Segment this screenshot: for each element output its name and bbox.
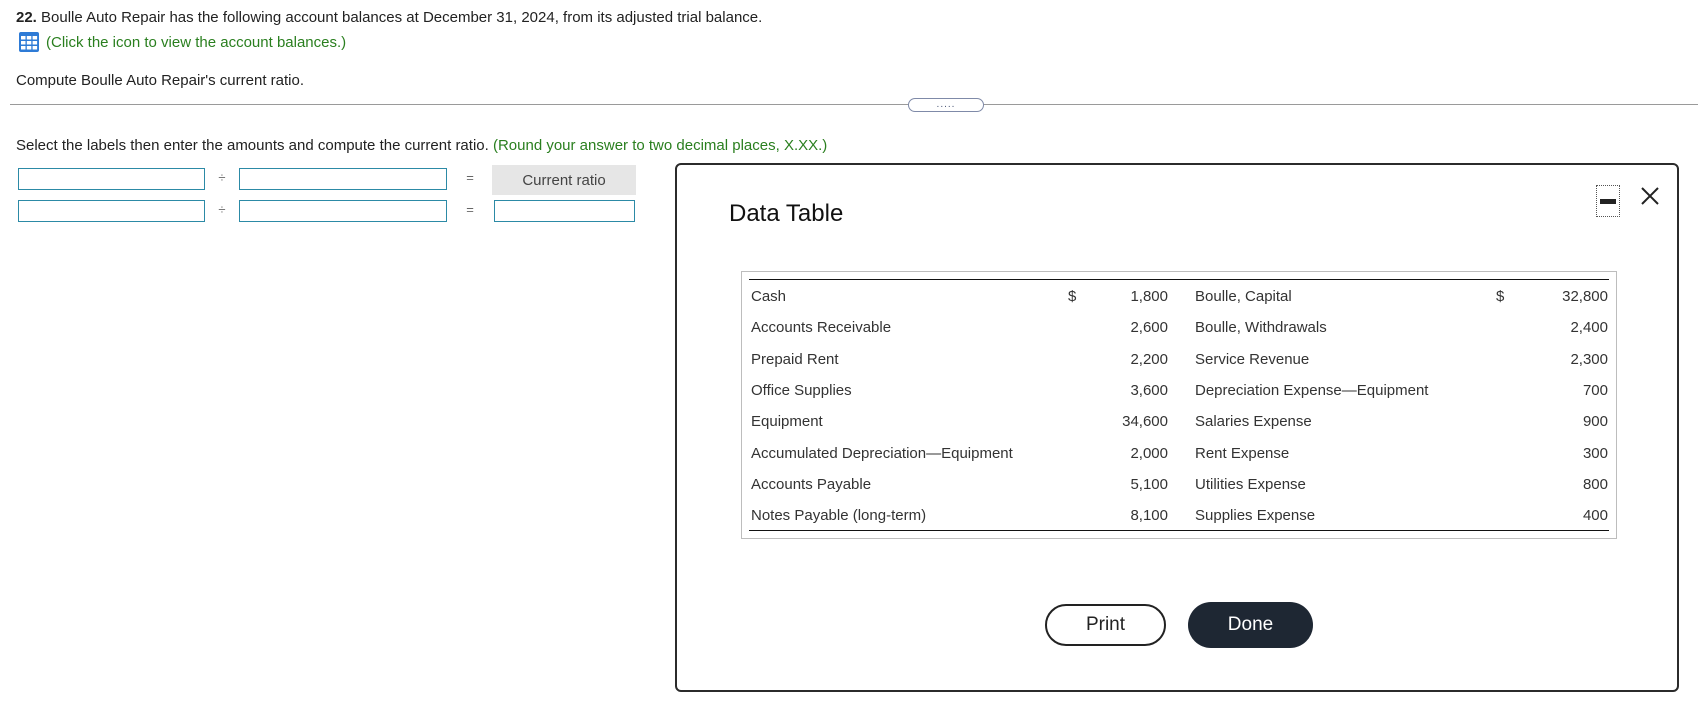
right-account-label: Utilities Expense (1195, 476, 1306, 493)
current-ratio-label: Current ratio (492, 165, 636, 195)
table-bottom-rule (749, 530, 1609, 531)
right-account-value: 2,300 (1570, 351, 1608, 368)
right-account-label: Service Revenue (1195, 351, 1310, 368)
right-account-value: 300 (1582, 445, 1608, 462)
current-ratio-input[interactable] (494, 200, 635, 222)
right-account-value: 32,800 (1562, 288, 1608, 305)
right-account-value: 700 (1582, 382, 1608, 399)
question-text: 22. Boulle Auto Repair has the following… (16, 9, 762, 26)
rounding-hint: (Round your answer to two decimal places… (492, 137, 828, 154)
account-balances-table: Cash $1,800 Boulle, Capital $32,800 Accounts… (741, 271, 1617, 539)
table-grid-icon[interactable] (18, 31, 40, 53)
right-account-value: 2,400 (1570, 319, 1608, 336)
close-icon[interactable] (1637, 183, 1663, 209)
minimize-button[interactable] (1596, 185, 1620, 217)
question-number: 22. (16, 9, 37, 26)
numerator-label-select-row1[interactable] (18, 168, 205, 190)
left-account-label: Cash (751, 288, 787, 305)
denominator-amount-input-row2[interactable] (239, 200, 447, 222)
section-divider (10, 104, 1698, 105)
left-account-label: Accounts Receivable (751, 319, 892, 336)
equals-symbol-row2: = (466, 202, 474, 217)
denominator-label-select-row1[interactable] (239, 168, 447, 190)
compute-prompt: Compute Boulle Auto Repair's current rat… (16, 72, 305, 89)
right-account-label: Depreciation Expense—Equipment (1195, 382, 1429, 399)
right-currency-symbol: $ (1496, 288, 1505, 305)
print-button[interactable]: Print (1045, 604, 1166, 646)
account-balances-link-text[interactable]: (Click the icon to view the account bala… (46, 34, 346, 51)
right-account-label: Supplies Expense (1195, 507, 1316, 524)
right-account-label: Boulle, Withdrawals (1195, 319, 1327, 336)
data-table-dialog: Data Table Cash $1,800 Boulle, Capital $32,… (675, 163, 1679, 692)
left-account-label: Notes Payable (long-term) (751, 507, 927, 524)
left-account-value: 2,600 (1130, 319, 1168, 336)
table-top-rule (749, 279, 1609, 280)
instruction-text: Select the labels then enter the amounts… (16, 137, 489, 154)
right-account-label: Salaries Expense (1195, 413, 1312, 430)
left-account-label: Equipment (751, 413, 823, 430)
left-account-value: 3,600 (1130, 382, 1168, 399)
right-account-value: 900 (1582, 413, 1608, 430)
dialog-title: Data Table (729, 200, 844, 227)
left-account-label: Accumulated Depreciation—Equipment (751, 445, 1013, 462)
right-account-value: 400 (1582, 507, 1608, 524)
right-account-label: Boulle, Capital (1195, 288, 1292, 305)
question-body: Boulle Auto Repair has the following acc… (41, 9, 763, 26)
account-balances-link[interactable]: (Click the icon to view the account bala… (18, 31, 346, 53)
resize-handle[interactable]: ..... (908, 98, 984, 112)
left-account-label: Prepaid Rent (751, 351, 839, 368)
left-account-value: 2,000 (1130, 445, 1168, 462)
left-account-value: 34,600 (1122, 413, 1168, 430)
numerator-amount-input-row2[interactable] (18, 200, 205, 222)
left-account-label: Accounts Payable (751, 476, 872, 493)
left-account-label: Office Supplies (751, 382, 852, 399)
minimize-icon (1600, 198, 1616, 204)
left-account-value: 8,100 (1130, 507, 1168, 524)
done-button[interactable]: Done (1188, 602, 1313, 648)
left-account-value: 2,200 (1130, 351, 1168, 368)
divide-symbol-row1: ÷ (218, 170, 226, 185)
left-currency-symbol: $ (1068, 288, 1077, 305)
right-account-value: 800 (1582, 476, 1608, 493)
left-account-value: 5,100 (1130, 476, 1168, 493)
equals-symbol-row1: = (466, 170, 474, 185)
left-account-value: 1,800 (1130, 288, 1168, 305)
right-account-label: Rent Expense (1195, 445, 1290, 462)
instruction-line: Select the labels then enter the amounts… (16, 137, 827, 154)
divide-symbol-row2: ÷ (218, 202, 226, 217)
